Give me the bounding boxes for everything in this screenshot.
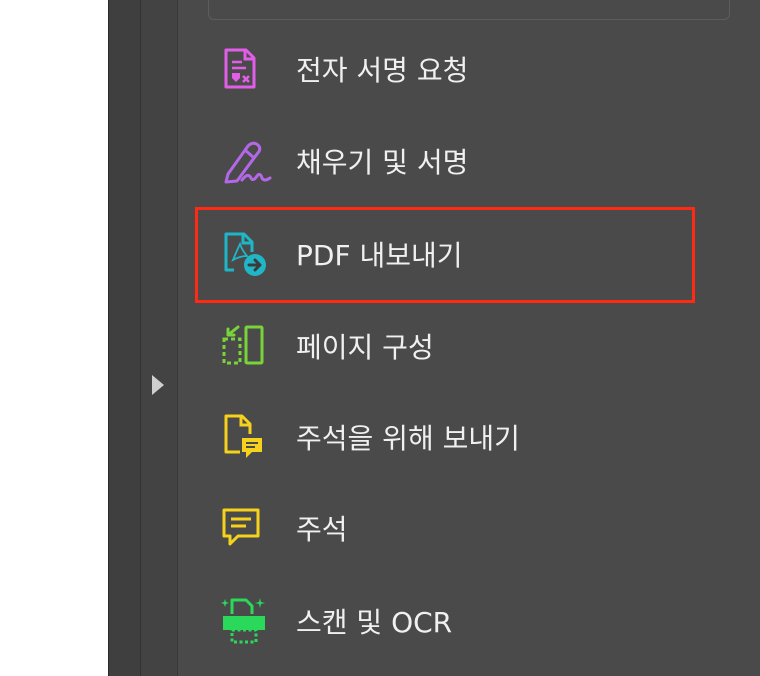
tool-scan-ocr[interactable]: 스캔 및 OCR	[220, 586, 690, 656]
left-collapse-strip	[108, 0, 141, 676]
tool-label: 채우기 및 서명	[296, 146, 469, 179]
tool-label: 주석을 위해 보내기	[296, 422, 520, 455]
pen-sign-icon	[220, 136, 278, 186]
organize-pages-icon	[220, 321, 278, 371]
signature-request-icon	[220, 44, 278, 94]
tool-send-for-comments[interactable]: 주석을 위해 보내기	[220, 402, 690, 472]
expand-panel-icon[interactable]	[152, 375, 164, 395]
tool-label: 페이지 구성	[296, 331, 434, 364]
tool-request-signature[interactable]: 전자 서명 요청	[220, 34, 690, 104]
tool-fill-sign[interactable]: 채우기 및 서명	[220, 126, 690, 196]
highlight-box	[195, 207, 695, 303]
search-input[interactable]	[208, 0, 730, 20]
send-for-comments-icon	[220, 412, 278, 462]
panel-divider[interactable]	[141, 0, 178, 676]
scan-ocr-icon	[220, 596, 278, 646]
tool-label: 주석	[296, 513, 348, 546]
comment-icon	[220, 503, 278, 553]
tool-comment[interactable]: 주석	[220, 493, 690, 563]
tool-organize-pages[interactable]: 페이지 구성	[220, 311, 690, 381]
document-canvas	[0, 0, 108, 676]
tool-label: 전자 서명 요청	[296, 54, 469, 87]
tool-label: 스캔 및 OCR	[296, 606, 453, 639]
